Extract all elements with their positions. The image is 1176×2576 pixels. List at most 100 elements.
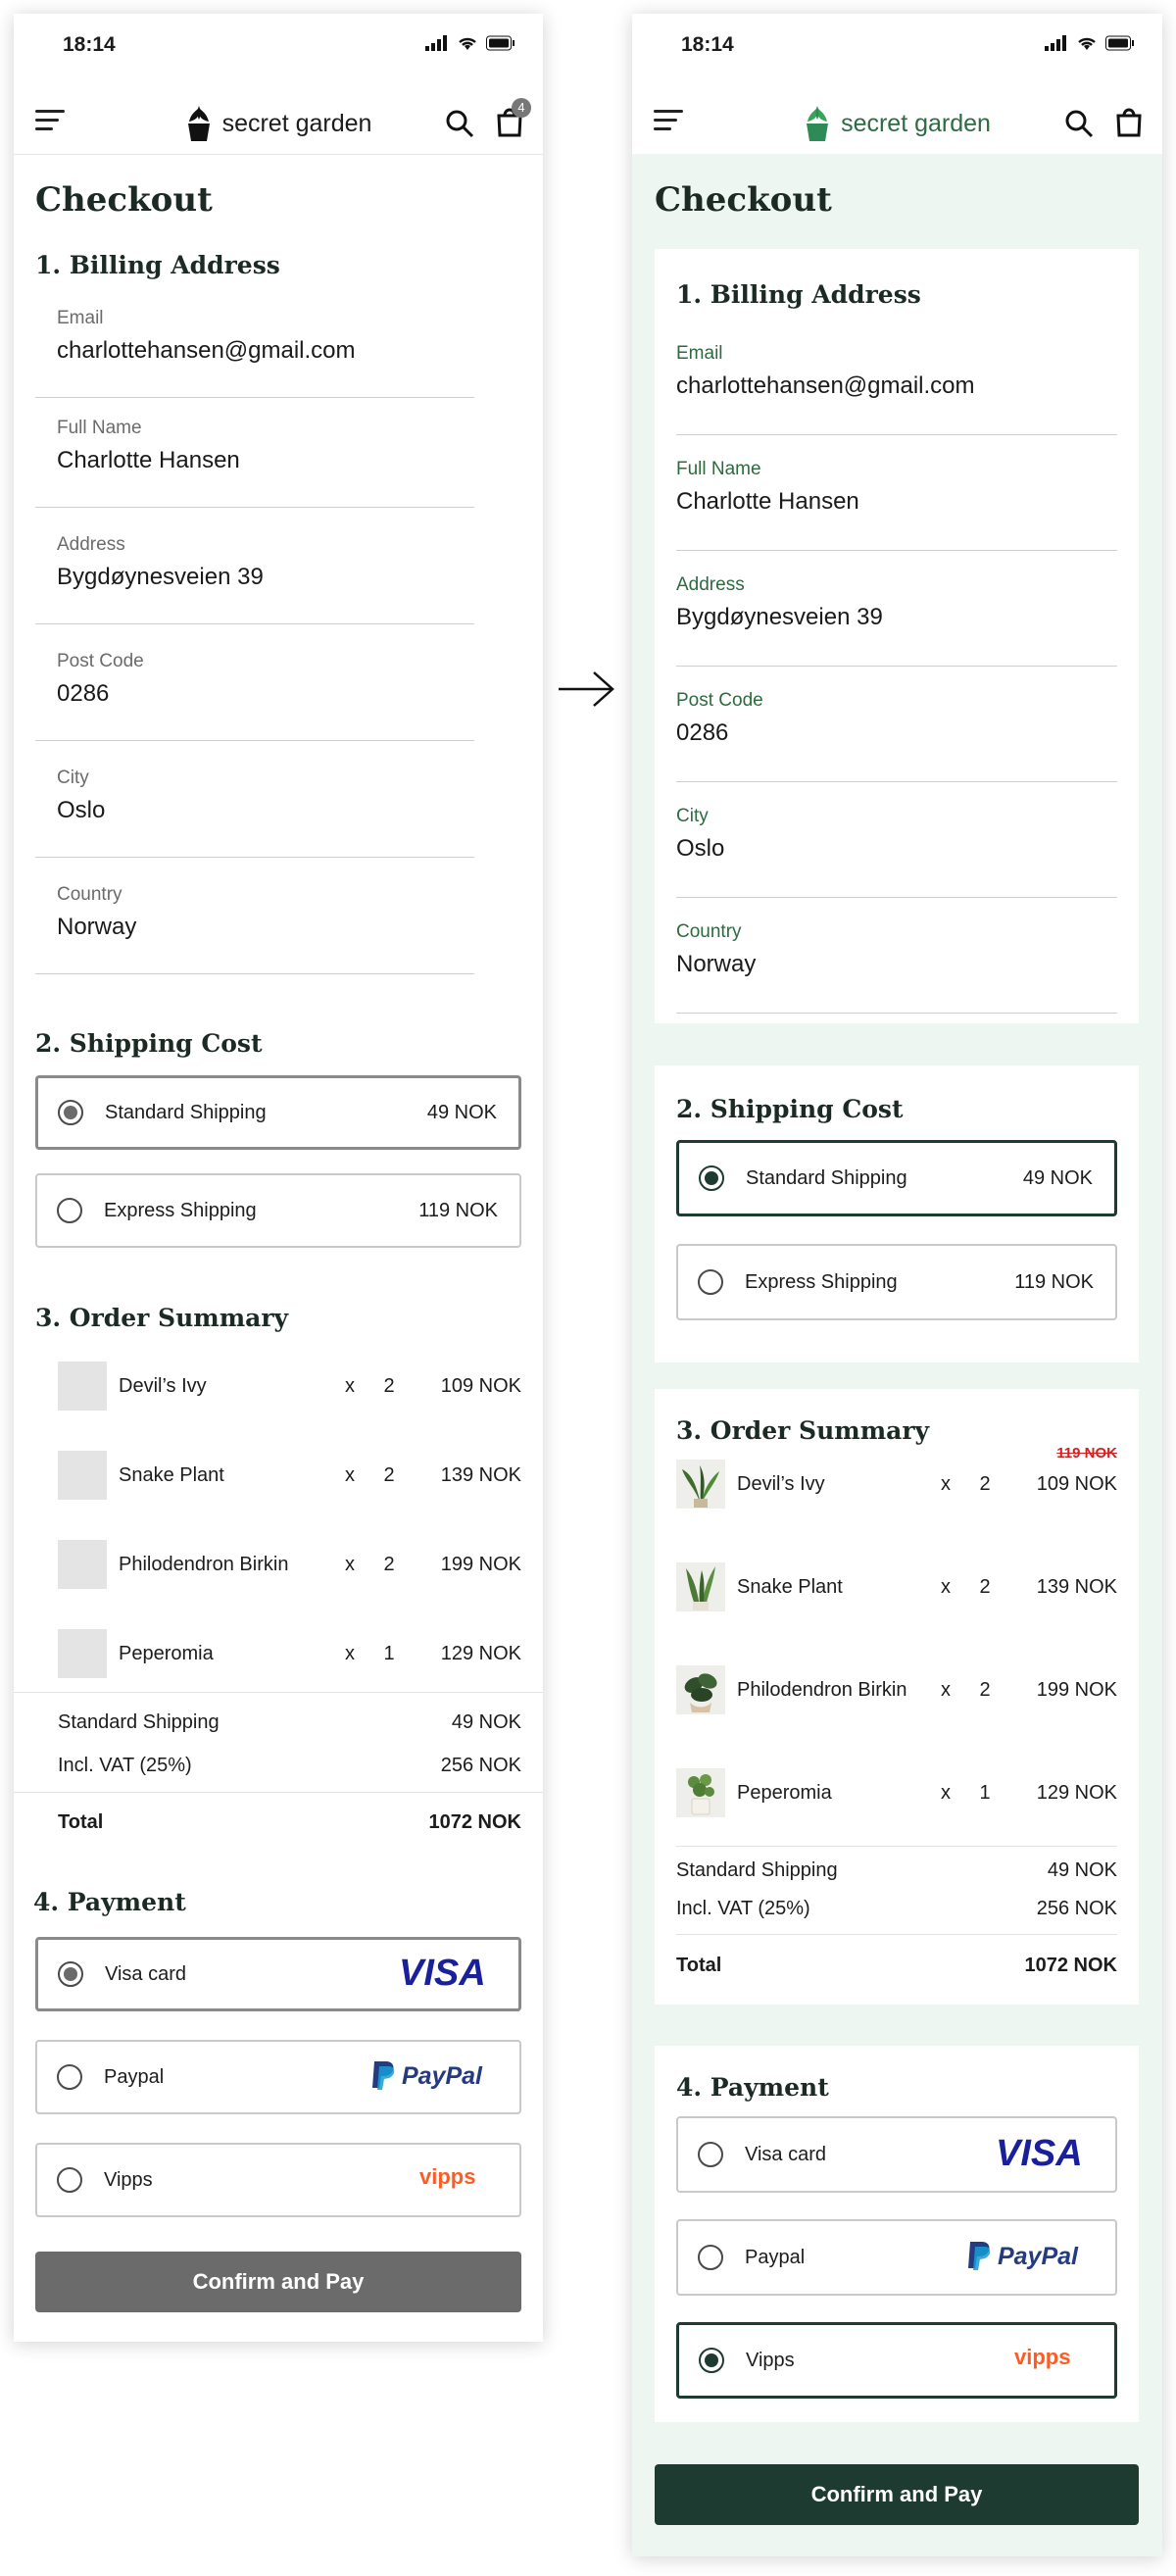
standard-shipping-option[interactable]: Standard Shipping 49 NOK <box>676 1140 1117 1216</box>
full-name-field[interactable]: Full Name Charlotte Hansen <box>35 418 474 508</box>
list-item: Snake Plant x 2 139 NOK <box>58 1446 521 1505</box>
email-field[interactable]: Email charlottehansen@gmail.com <box>35 308 474 398</box>
radio-selected[interactable] <box>58 1100 83 1125</box>
product-qty: 2 <box>383 1553 395 1575</box>
times-sign: x <box>345 1553 355 1575</box>
shipping-summary-row: Standard Shipping 49 NOK <box>58 1711 521 1734</box>
product-name: Devil’s Ivy <box>737 1472 825 1495</box>
product-qty: 2 <box>979 1575 991 1598</box>
address-field[interactable]: Address Bygdøynesveien 39 <box>676 574 1117 667</box>
phone-before: 18:14 secret garden 4 Checkout 1. Billin… <box>14 14 543 2342</box>
product-thumbnail <box>58 1629 107 1678</box>
search-icon[interactable] <box>445 109 474 138</box>
country-field[interactable]: Country Norway <box>676 921 1117 1014</box>
product-image <box>676 1768 725 1817</box>
email-value: charlottehansen@gmail.com <box>57 337 356 364</box>
total-label: Total <box>58 1811 104 1833</box>
confirm-and-pay-button[interactable]: Confirm and Pay <box>35 2252 521 2312</box>
post-code-value: 0286 <box>57 680 110 707</box>
radio-unselected[interactable] <box>57 2167 82 2193</box>
wifi-icon <box>459 37 476 50</box>
phone-after: 18:14 secret garden Checkout 1. Billing … <box>632 14 1162 2556</box>
billing-heading: 1. Billing Address <box>35 251 280 279</box>
payment-heading: 4. Payment <box>33 1888 186 1916</box>
post-code-field[interactable]: Post Code 0286 <box>676 690 1117 782</box>
wifi-icon <box>1078 37 1096 50</box>
product-thumbnail <box>58 1540 107 1589</box>
product-qty: 2 <box>979 1472 991 1495</box>
paypal-option[interactable]: Paypal PayPal <box>35 2040 521 2114</box>
total-value: 1072 NOK <box>428 1811 522 1833</box>
radio-unselected[interactable] <box>57 1198 82 1223</box>
product-thumbnail <box>58 1362 107 1411</box>
city-field[interactable]: City Oslo <box>35 768 474 858</box>
billing-heading: 1. Billing Address <box>676 280 921 309</box>
radio-unselected[interactable] <box>698 2245 723 2270</box>
city-value: Oslo <box>676 835 725 862</box>
status-icons <box>425 35 515 51</box>
full-name-value: Charlotte Hansen <box>57 447 240 473</box>
radio-unselected[interactable] <box>698 1269 723 1295</box>
status-bar: 18:14 <box>632 14 1162 82</box>
vipps-label: Vipps <box>104 2168 153 2191</box>
post-code-field[interactable]: Post Code 0286 <box>35 651 474 741</box>
visa-option[interactable]: Visa card VISA <box>676 2116 1117 2193</box>
product-price: 129 NOK <box>1036 1781 1117 1804</box>
full-name-field[interactable]: Full Name Charlotte Hansen <box>676 459 1117 551</box>
address-value: Bygdøynesveien 39 <box>57 564 264 590</box>
nav-divider <box>14 154 543 155</box>
radio-selected[interactable] <box>699 1165 724 1191</box>
standard-shipping-option[interactable]: Standard Shipping 49 NOK <box>35 1075 521 1150</box>
address-field[interactable]: Address Bygdøynesveien 39 <box>35 534 474 624</box>
full-name-label: Full Name <box>676 459 761 479</box>
cart-button[interactable]: 4 <box>496 98 531 142</box>
radio-selected[interactable] <box>58 1961 83 1987</box>
express-shipping-price: 119 NOK <box>418 1199 498 1221</box>
product-name: Devil’s Ivy <box>119 1374 207 1397</box>
paypal-option[interactable]: Paypal PayPal <box>676 2219 1117 2296</box>
vipps-option[interactable]: Vipps vipps <box>35 2143 521 2217</box>
plant-pot-icon <box>187 106 210 141</box>
cart-count-badge: 4 <box>512 98 531 118</box>
express-shipping-option[interactable]: Express Shipping 119 NOK <box>35 1173 521 1248</box>
vat-row: Incl. VAT (25%) 256 NOK <box>676 1898 1117 1920</box>
address-label: Address <box>676 574 745 595</box>
email-field[interactable]: Email charlottehansen@gmail.com <box>676 343 1117 435</box>
city-field[interactable]: City Oslo <box>676 806 1117 898</box>
vat-label: Incl. VAT (25%) <box>58 1755 192 1776</box>
radio-unselected[interactable] <box>698 2142 723 2167</box>
vipps-label: Vipps <box>746 2349 795 2371</box>
plant-pot-icon <box>807 106 829 141</box>
country-field[interactable]: Country Norway <box>35 884 474 974</box>
visa-logo: VISA <box>399 1953 497 1995</box>
shipping-summary-row: Standard Shipping 49 NOK <box>676 1859 1117 1882</box>
shipping-summary-label: Standard Shipping <box>58 1711 220 1733</box>
payment-card: 4. Payment Visa card VISA Paypal PayPal … <box>655 2046 1139 2422</box>
radio-selected[interactable] <box>699 2348 724 2373</box>
visa-option[interactable]: Visa card VISA <box>35 1937 521 2011</box>
email-label: Email <box>676 343 723 364</box>
express-shipping-price: 119 NOK <box>1014 1270 1094 1293</box>
cart-button[interactable] <box>1115 106 1143 142</box>
list-item: Peperomia x 1 129 NOK <box>58 1624 521 1683</box>
vipps-logo: vipps <box>1014 2344 1093 2378</box>
list-item: Devil’s Ivy x 2 109 NOK <box>676 1455 1117 1513</box>
radio-unselected[interactable] <box>57 2064 82 2090</box>
product-price: 139 NOK <box>440 1463 521 1486</box>
search-icon[interactable] <box>1064 109 1094 138</box>
order-summary-heading: 3. Order Summary <box>676 1416 930 1445</box>
times-sign: x <box>345 1374 355 1397</box>
order-summary-card: 3. Order Summary 119 NOK Devil’s Ivy x 2… <box>655 1389 1139 2005</box>
vipps-option[interactable]: Vipps vipps <box>676 2322 1117 2399</box>
divider <box>676 1934 1117 1935</box>
express-shipping-option[interactable]: Express Shipping 119 NOK <box>676 1244 1117 1320</box>
product-image <box>676 1460 725 1509</box>
confirm-and-pay-button[interactable]: Confirm and Pay <box>655 2464 1139 2525</box>
page-title: Checkout <box>35 180 213 220</box>
arrow-right-icon <box>559 671 614 707</box>
page-title: Checkout <box>655 180 832 220</box>
shipping-summary-value: 49 NOK <box>451 1711 521 1733</box>
vat-label: Incl. VAT (25%) <box>676 1898 810 1919</box>
country-label: Country <box>57 884 122 905</box>
order-summary-heading: 3. Order Summary <box>35 1304 289 1332</box>
